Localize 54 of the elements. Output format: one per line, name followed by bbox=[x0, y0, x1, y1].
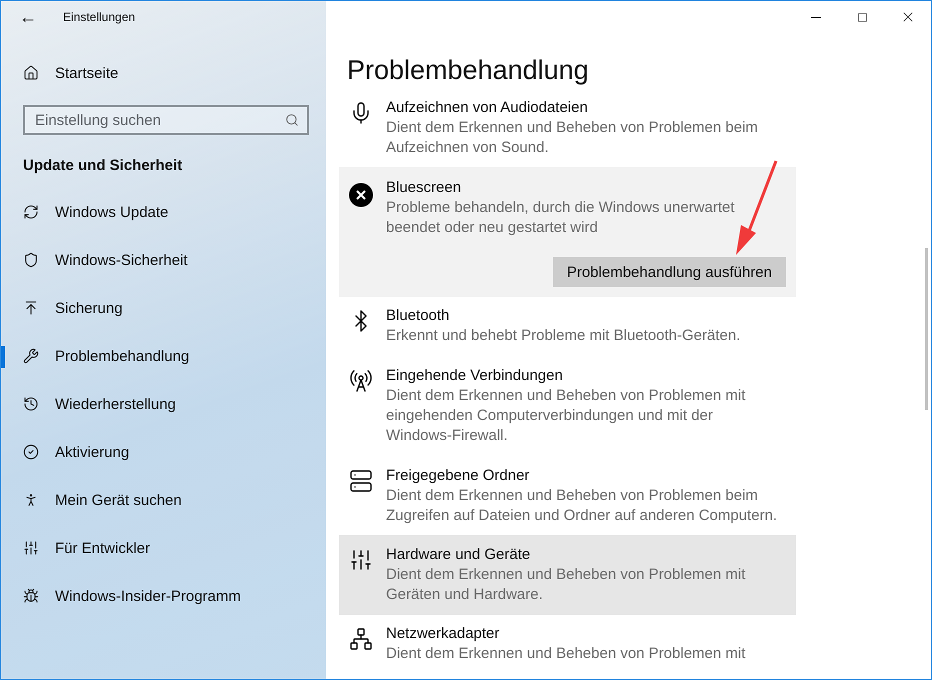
troubleshooter-item[interactable]: Aufzeichnen von Audiodateien Dient dem Erkennen und Beheben von Problemen beim Aufzeichnen von Sound. bbox=[339, 98, 796, 158]
shield-icon bbox=[23, 252, 39, 268]
troubleshooter-item[interactable]: Freigegebene Ordner Dient dem Erkennen und Beheben von Problemen beim Zugreifen auf Dateien und Ordner auf anderen Computern. bbox=[339, 466, 796, 526]
sidebar-item[interactable]: Problembehandlung bbox=[1, 332, 326, 380]
sidebar-item[interactable]: Sicherung bbox=[1, 284, 326, 332]
bug-icon bbox=[23, 588, 39, 604]
item-title: Eingehende Verbindungen bbox=[386, 366, 564, 386]
search-field[interactable]: Einstellung suchen bbox=[23, 105, 309, 135]
run-troubleshooter-button[interactable]: Problembehandlung ausführen bbox=[552, 257, 786, 287]
troubleshooter-item[interactable]: Eingehende Verbindungen Dient dem Erkennen und Beheben von Problemen mit eingehenden Computerverbindungen und mit der Windows-Firewall. bbox=[339, 366, 796, 446]
item-description: Probleme behandeln, durch die Windows unerwartet beendet oder neu gestartet wird bbox=[386, 198, 736, 238]
sidebar-item[interactable]: Wiederherstellung bbox=[1, 380, 326, 428]
troubleshooter-item[interactable]: Hardware und Geräte Dient dem Erkennen und Beheben von Problemen mit Geräten und Hardware. bbox=[339, 535, 796, 615]
sidebar-item[interactable]: Windows-Sicherheit bbox=[1, 236, 326, 284]
item-description: Dient dem Erkennen und Beheben von Problemen mit bbox=[386, 644, 746, 664]
wrench-icon bbox=[23, 348, 39, 364]
antenna-icon bbox=[349, 368, 373, 394]
troubleshooter-card[interactable]: Bluescreen Probleme behandeln, durch die Windows unerwartet beendet oder neu gestartet wird Problembehandlung ausführen bbox=[339, 167, 796, 297]
item-description: Dient dem Erkennen und Beheben von Problemen mit Geräten und Hardware. bbox=[386, 565, 746, 605]
maximize-icon bbox=[856, 12, 868, 22]
network-icon bbox=[349, 626, 373, 652]
sidebar-item[interactable]: Windows-Insider-Programm bbox=[1, 572, 326, 620]
item-title: Netzwerkadapter bbox=[386, 624, 500, 644]
window-title: Einstellungen bbox=[63, 10, 136, 24]
item-title: Bluescreen bbox=[386, 178, 462, 198]
search-icon bbox=[285, 113, 299, 127]
troubleshooter-item[interactable]: Netzwerkadapter Dient dem Erkennen und Beheben von Problemen mit bbox=[339, 624, 796, 664]
sidebar-item[interactable]: Mein Gerät suchen bbox=[1, 476, 326, 524]
item-description: Dient dem Erkennen und Beheben von Problemen mit eingehenden Computerverbindungen und mit der Windows-Firewall. bbox=[386, 386, 746, 446]
history-icon bbox=[23, 396, 39, 412]
upload-icon bbox=[23, 300, 39, 316]
back-button[interactable]: ← bbox=[19, 6, 37, 28]
page-heading: Problembehandlung bbox=[347, 54, 590, 87]
item-description: Erkennt und behebt Probleme mit Bluetooth-Geräten. bbox=[386, 326, 742, 346]
item-description: Dient dem Erkennen und Beheben von Problemen beim Zugreifen auf Dateien und Ordner auf anderen Computern. bbox=[386, 486, 778, 526]
troubleshooter-item[interactable]: Bluetooth Erkennt und behebt Probleme mit Bluetooth-Geräten. bbox=[339, 306, 796, 346]
home-icon bbox=[23, 65, 39, 81]
item-title: Hardware und Geräte bbox=[386, 545, 532, 565]
sliders-icon bbox=[23, 540, 39, 556]
error-icon bbox=[349, 180, 373, 210]
server-icon bbox=[349, 468, 373, 494]
item-title: Bluetooth bbox=[386, 306, 450, 326]
home-link[interactable]: Startseite bbox=[1, 49, 326, 97]
sidebar-item[interactable]: Windows Update bbox=[1, 188, 326, 236]
minimize-icon bbox=[811, 16, 821, 18]
refresh-icon bbox=[23, 204, 39, 220]
item-title: Freigegebene Ordner bbox=[386, 466, 530, 486]
scrollbar-thumb[interactable] bbox=[925, 248, 928, 410]
item-description: Dient dem Erkennen und Beheben von Problemen beim Aufzeichnen von Sound. bbox=[386, 118, 759, 158]
check-circle-icon bbox=[23, 444, 39, 460]
sidebar-item[interactable]: Für Entwickler bbox=[1, 524, 326, 572]
item-title: Aufzeichnen von Audiodateien bbox=[386, 98, 589, 118]
sidebar-item[interactable]: Aktivierung bbox=[1, 428, 326, 476]
section-heading: Update und Sicherheit bbox=[22, 156, 184, 176]
